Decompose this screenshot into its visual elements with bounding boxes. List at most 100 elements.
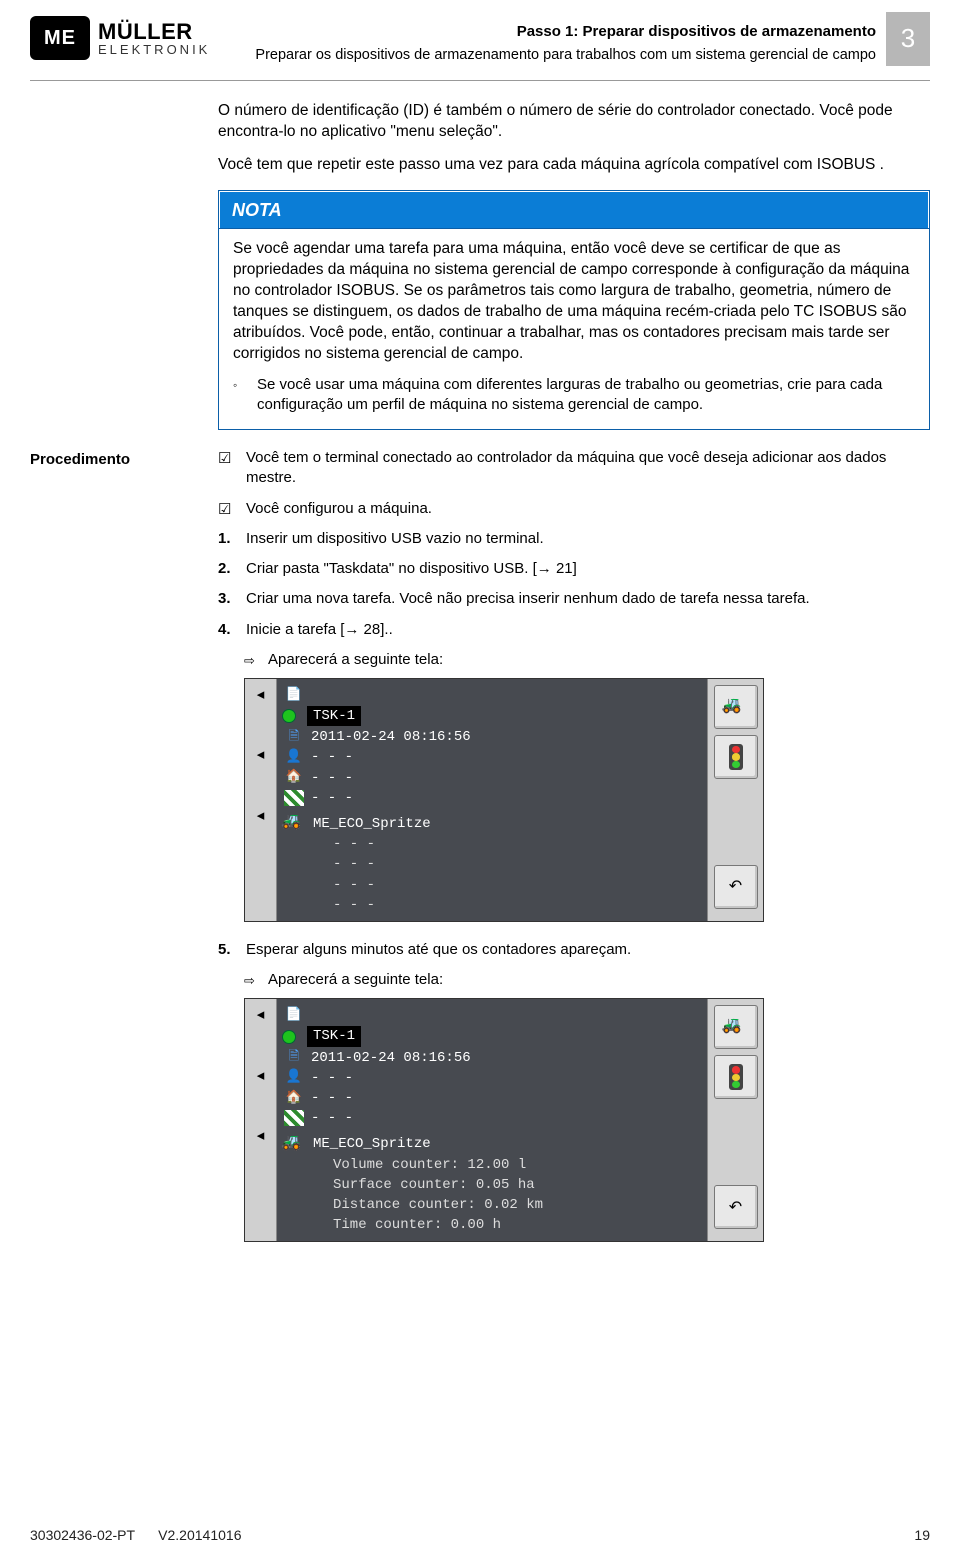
step-4: 4. Inicie a tarefa [ 28].. [218, 620, 930, 640]
intro-p1: O número de identificação (ID) é também … [218, 101, 930, 143]
diamond-icon: ◦ [233, 375, 247, 416]
status-dot-icon [283, 710, 295, 722]
task-datetime: 2011-02-24 08:16:56 [311, 1049, 471, 1067]
dash-value: - - - [311, 1069, 353, 1087]
intro-section: O número de identificação (ID) é também … [30, 101, 930, 448]
header-title-1: Passo 1: Preparar dispositivos de armaze… [224, 22, 876, 42]
terminal-left-bar: ◂ ◂ ◂ [245, 679, 277, 921]
header-right: Passo 1: Preparar dispositivos de armaze… [224, 16, 930, 66]
house-icon: 🏠 [283, 1089, 305, 1107]
checkbox-icon: ☑ [218, 448, 236, 464]
step-5-result: ⇨ Aparecerá a seguinte tela: [244, 970, 930, 990]
task-icon: 📄 [283, 1006, 305, 1024]
softkey-back[interactable]: ↶ [714, 865, 758, 909]
procedure-col: ☑ Você tem o terminal conectado ao contr… [218, 448, 930, 1260]
header-rule [30, 80, 930, 81]
logo-badge: ME [30, 16, 90, 60]
result-arrow-icon: ⇨ [244, 650, 260, 670]
dash-value: - - - [311, 748, 353, 766]
checkbox-icon: ☑ [218, 499, 236, 515]
sub-value: - - - [333, 876, 375, 894]
step-number: 1. [218, 529, 236, 549]
back-arrow-icon: ↶ [729, 1197, 742, 1219]
terminal-screenshot-2: ◂ ◂ ◂ 📄 TSK-1 🗎2011-02-24 08:16:56 👤- - … [244, 998, 930, 1242]
step-5-text: Esperar alguns minutos até que os contad… [246, 940, 631, 960]
doc-number: 30302436-02-PT [30, 1527, 135, 1543]
terminal-left-bar: ◂ ◂ ◂ [245, 999, 277, 1241]
step-4-result-text: Aparecerá a seguinte tela: [268, 650, 443, 670]
note-p2: Se você usar uma máquina com diferentes … [257, 375, 915, 416]
dash-value: - - - [311, 1109, 353, 1127]
step-3: 3. Criar uma nova tarefa. Você não preci… [218, 589, 930, 609]
page-footer: 30302436-02-PT V2.20141016 19 [30, 1526, 930, 1545]
result-arrow-icon: ⇨ [244, 970, 260, 990]
terminal-main: 📄 TSK-1 🗎2011-02-24 08:16:56 👤- - - 🏠- -… [277, 679, 707, 921]
header-title-2: Preparar os dispositivos de armazenament… [224, 46, 876, 66]
step-number: 3. [218, 589, 236, 609]
step-number: 5. [218, 940, 236, 960]
counter-surface: Surface counter: 0.05 ha [333, 1176, 535, 1194]
note-bullet: ◦ Se você usar uma máquina com diferente… [233, 375, 915, 416]
step-2: 2. Criar pasta "Taskdata" no dispositivo… [218, 559, 930, 579]
intro-p2: Você tem que repetir este passo uma vez … [218, 155, 930, 176]
field-icon [283, 1109, 305, 1127]
sub-value: - - - [333, 855, 375, 873]
person-icon: 👤 [283, 749, 305, 767]
softkey-traffic[interactable] [714, 735, 758, 779]
intro-col: O número de identificação (ID) é também … [218, 101, 930, 448]
sub-value: - - - [333, 896, 375, 914]
field-icon [283, 789, 305, 807]
logo: ME MÜLLER ELEKTRONIK [30, 16, 210, 60]
tractor-icon [724, 1019, 748, 1035]
terminal-softkeys: ↶ [707, 679, 763, 921]
terminal-screenshot-1: ◂ ◂ ◂ 📄 TSK-1 🗎2011-02-24 08:16:56 👤- - … [244, 678, 930, 922]
step-3-text: Criar uma nova tarefa. Você não precisa … [246, 589, 810, 609]
procedure-label: Procedimento [30, 448, 200, 1260]
step-number: 4. [218, 620, 236, 640]
chapter-number-box: 3 [886, 12, 930, 66]
logo-subline: ELEKTRONIK [98, 43, 210, 56]
header-titles: Passo 1: Preparar dispositivos de armaze… [224, 20, 876, 66]
counter-distance: Distance counter: 0.02 km [333, 1196, 543, 1214]
left-tick-icon: ◂ [257, 1066, 265, 1086]
left-tick-icon: ◂ [257, 745, 265, 765]
dash-value: - - - [311, 1089, 353, 1107]
precondition-2: ☑ Você configurou a máquina. [218, 499, 930, 519]
left-tick-icon: ◂ [257, 685, 265, 705]
sub-value: - - - [333, 835, 375, 853]
step-1: 1. Inserir um dispositivo USB vazio no t… [218, 529, 930, 549]
softkey-overview[interactable] [714, 1005, 758, 1049]
dash-value: - - - [311, 769, 353, 787]
step-2-text: Criar pasta "Taskdata" no dispositivo US… [246, 559, 577, 579]
note-body: Se você agendar uma tarefa para uma máqu… [219, 228, 929, 429]
machine-name: ME_ECO_Spritze [313, 1135, 431, 1153]
softkey-back[interactable]: ↶ [714, 1185, 758, 1229]
left-tick-icon: ◂ [257, 1005, 265, 1025]
crossref-arrow-icon [344, 621, 359, 638]
step-1-text: Inserir um dispositivo USB vazio no term… [246, 529, 544, 549]
task-icon: 📄 [283, 686, 305, 704]
note-box: NOTA Se você agendar uma tarefa para uma… [218, 190, 930, 430]
house-icon: 🏠 [283, 769, 305, 787]
footer-left: 30302436-02-PT V2.20141016 [30, 1526, 241, 1545]
terminal-softkeys: ↶ [707, 999, 763, 1241]
person-icon: 👤 [283, 1069, 305, 1087]
status-dot-icon [283, 1031, 295, 1043]
page-header: ME MÜLLER ELEKTRONIK Passo 1: Preparar d… [30, 16, 930, 66]
precondition-1: ☑ Você tem o terminal conectado ao contr… [218, 448, 930, 489]
logo-brand: MÜLLER [98, 21, 210, 43]
page-number: 19 [914, 1526, 930, 1545]
counter-time: Time counter: 0.00 h [333, 1216, 501, 1234]
task-datetime: 2011-02-24 08:16:56 [311, 728, 471, 746]
softkey-traffic[interactable] [714, 1055, 758, 1099]
softkey-overview[interactable] [714, 685, 758, 729]
procedure-section: Procedimento ☑ Você tem o terminal conec… [30, 448, 930, 1260]
dash-value: - - - [311, 789, 353, 807]
counter-volume: Volume counter: 12.00 l [333, 1156, 526, 1174]
tractor-icon [283, 816, 307, 832]
tractor-icon [724, 699, 748, 715]
note-title: NOTA [219, 191, 929, 228]
step-5-result-text: Aparecerá a seguinte tela: [268, 970, 443, 990]
step-4-result: ⇨ Aparecerá a seguinte tela: [244, 650, 930, 670]
machine-name: ME_ECO_Spritze [313, 815, 431, 833]
